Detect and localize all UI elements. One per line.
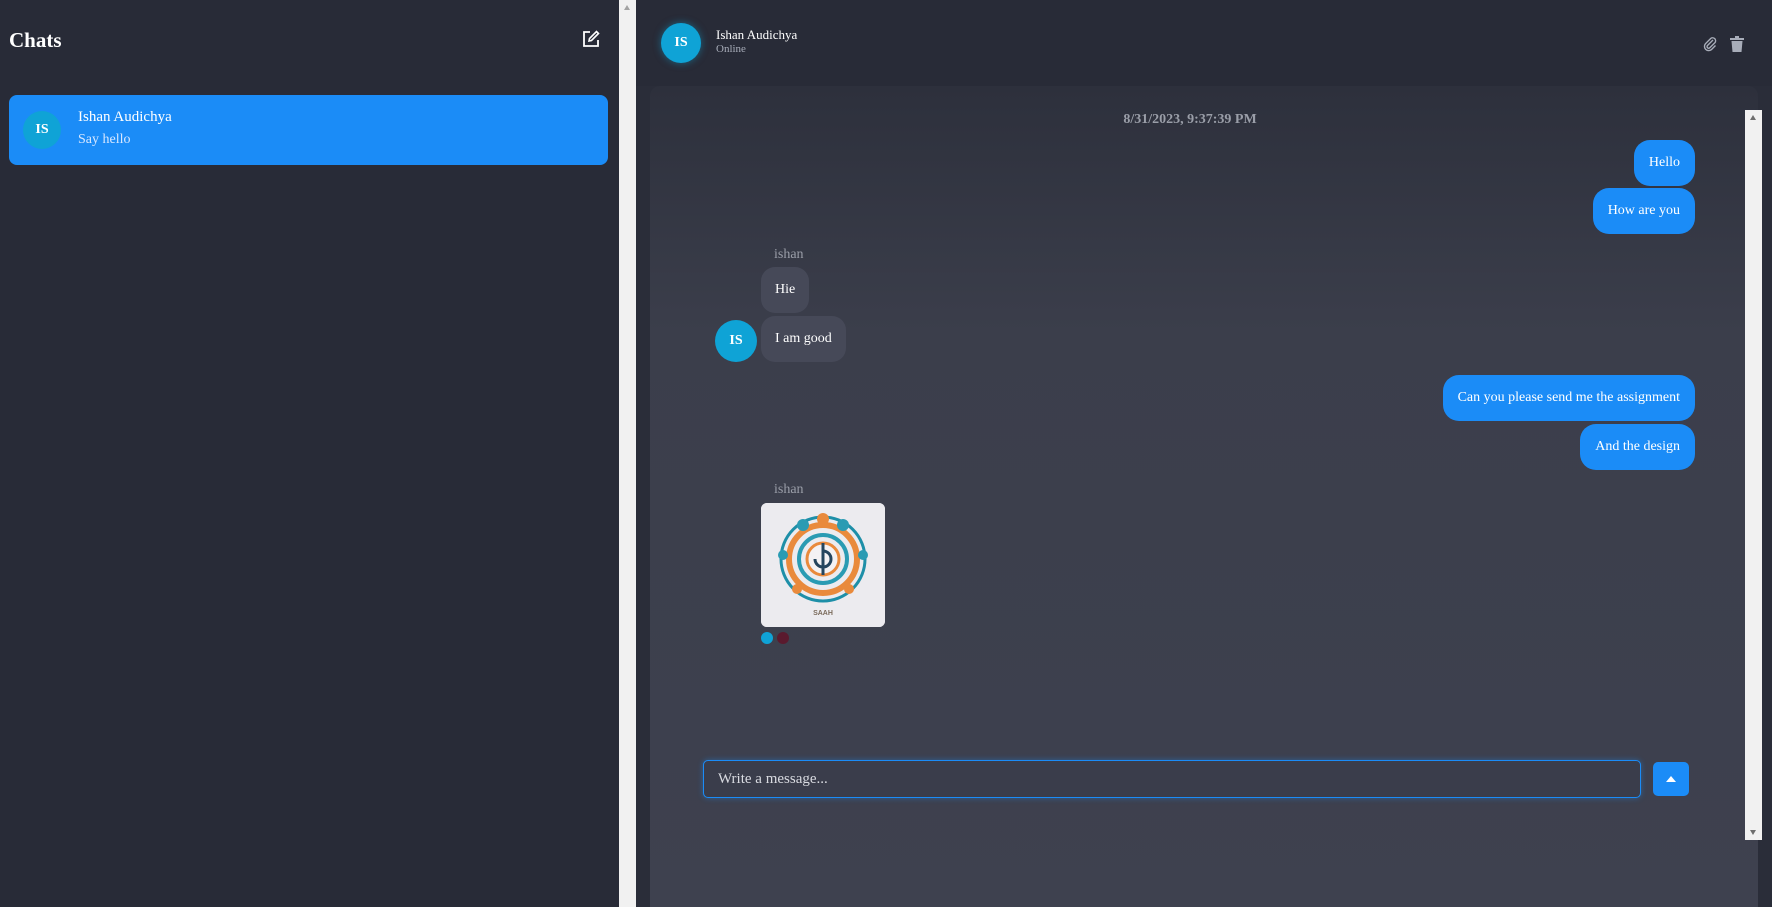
chat-window: IS Ishan Audichya Online 8/31/2023, 9:37… bbox=[636, 0, 1772, 907]
edit-icon[interactable] bbox=[581, 29, 601, 49]
message-input[interactable] bbox=[703, 760, 1641, 798]
trash-icon[interactable] bbox=[1730, 36, 1744, 52]
sidebar: Chats IS Ishan Audichya Say hello bbox=[0, 0, 619, 907]
avatar: IS bbox=[23, 111, 61, 149]
image-attachment[interactable]: SAAH bbox=[761, 503, 885, 627]
image-caption: SAAH bbox=[813, 610, 833, 617]
logo-image: SAAH bbox=[761, 503, 885, 627]
reaction-dot[interactable] bbox=[777, 632, 789, 644]
scroll-up-icon[interactable] bbox=[624, 5, 630, 10]
chat-name: Ishan Audichya bbox=[78, 109, 172, 125]
incoming-message: I am good bbox=[761, 316, 846, 362]
contact-status: Online bbox=[716, 43, 746, 55]
avatar: IS bbox=[715, 320, 757, 362]
message-timestamp: 8/31/2023, 9:37:39 PM bbox=[1123, 112, 1257, 127]
send-button[interactable] bbox=[1653, 762, 1689, 796]
incoming-message: Hie bbox=[761, 267, 810, 313]
arrow-up-icon bbox=[1666, 776, 1676, 782]
outgoing-message: How are you bbox=[1592, 188, 1695, 234]
outgoing-message: Can you please send me the assignment bbox=[1442, 375, 1695, 421]
scroll-down-icon[interactable] bbox=[1750, 830, 1756, 835]
avatar: IS bbox=[661, 23, 701, 63]
chat-list-item[interactable]: IS Ishan Audichya Say hello bbox=[9, 95, 608, 165]
sender-name: ishan bbox=[774, 247, 804, 262]
chat-header: IS Ishan Audichya Online bbox=[636, 0, 1772, 86]
sender-name: ishan bbox=[774, 482, 804, 497]
contact-name: Ishan Audichya bbox=[716, 27, 798, 42]
messages-scrollbar[interactable] bbox=[1745, 110, 1762, 840]
paperclip-icon[interactable] bbox=[1702, 36, 1718, 52]
sidebar-title: Chats bbox=[9, 28, 62, 52]
reaction-dot[interactable] bbox=[761, 632, 773, 644]
outgoing-message: Hello bbox=[1633, 140, 1695, 186]
scroll-up-icon[interactable] bbox=[1750, 115, 1756, 120]
chat-preview: Say hello bbox=[78, 132, 131, 147]
sidebar-scrollbar[interactable] bbox=[619, 0, 636, 907]
outgoing-message: And the design bbox=[1580, 424, 1695, 470]
